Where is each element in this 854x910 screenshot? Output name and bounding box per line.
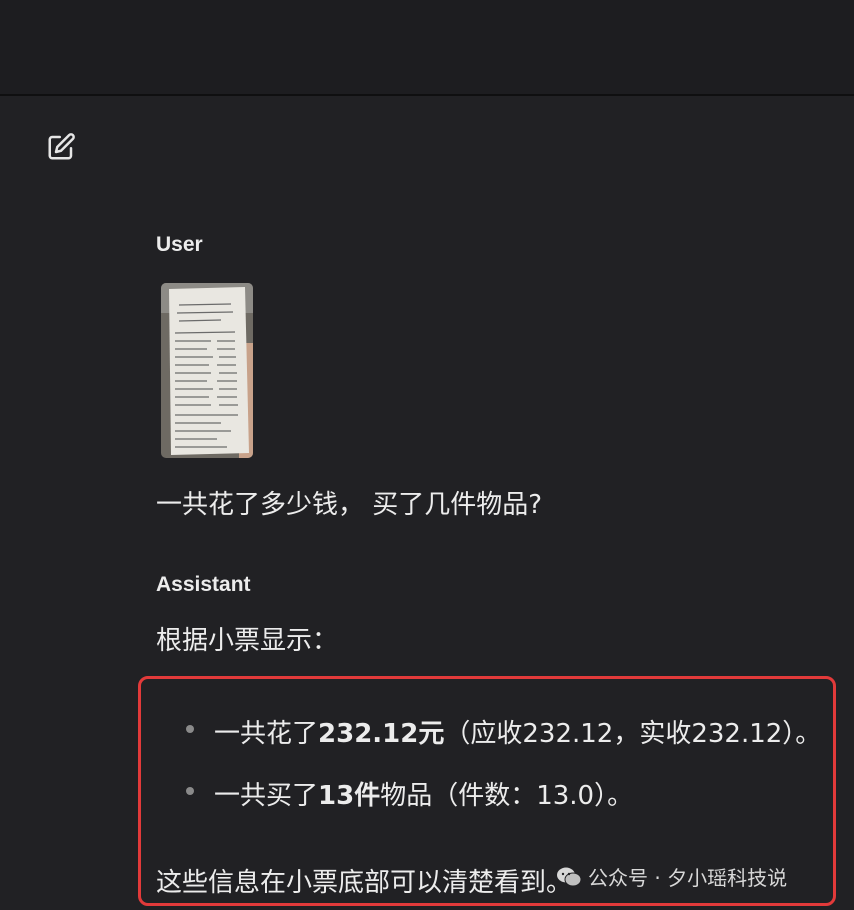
- wechat-icon: [557, 867, 582, 886]
- answer-list-item-total: 一共花了232.12元（应收232.12，实收232.12）。: [214, 713, 821, 750]
- bullet-dot: [186, 787, 194, 795]
- list-item-prefix: 一共买了: [214, 781, 319, 811]
- watermark-text: 公众号 · 夕小瑶科技说: [588, 866, 788, 890]
- edit-button[interactable]: [44, 130, 78, 164]
- assistant-intro-text: 根据小票显示：: [156, 626, 339, 656]
- receipt-image-thumbnail[interactable]: [161, 283, 253, 458]
- assistant-role-label: Assistant: [156, 573, 251, 596]
- bullet-dot: [186, 725, 194, 733]
- edit-icon: [48, 133, 75, 160]
- list-item-bold: 13件: [318, 781, 381, 811]
- user-role-label: User: [156, 233, 203, 256]
- watermark: 公众号 · 夕小瑶科技说: [556, 862, 787, 891]
- list-item-prefix: 一共花了: [214, 719, 319, 749]
- top-bar: [0, 0, 854, 96]
- receipt-image: [161, 283, 253, 458]
- user-message-text: 一共花了多少钱， 买了几件物品?: [156, 490, 543, 520]
- answer-list-item-count: 一共买了13件物品（件数：13.0）。: [214, 775, 633, 812]
- list-item-suffix: 物品（件数：13.0）。: [380, 781, 634, 811]
- assistant-closing-text: 这些信息在小票底部可以清楚看到。: [156, 868, 573, 898]
- list-item-suffix: （应收232.12，实收232.12）。: [444, 719, 822, 749]
- list-item-bold: 232.12元: [318, 719, 445, 749]
